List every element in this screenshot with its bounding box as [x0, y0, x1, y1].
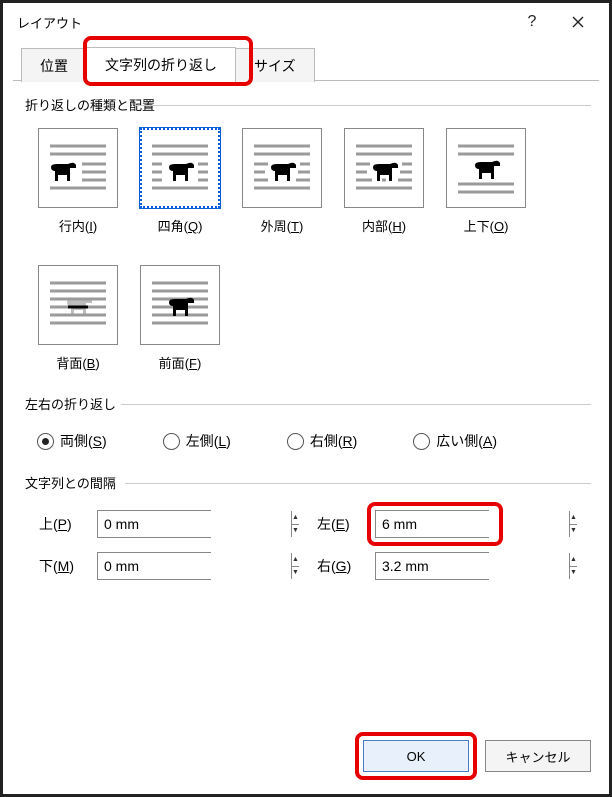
- tab-size[interactable]: サイズ: [235, 48, 315, 82]
- wrap-option-square[interactable]: 四角(Q): [139, 128, 221, 235]
- spin-down-icon: ▼: [570, 567, 577, 580]
- wrap-icon-through: [344, 128, 424, 208]
- radio-icon: [413, 433, 430, 450]
- wrap-icon-square: [140, 128, 220, 208]
- spin-up-icon: ▲: [570, 511, 577, 525]
- group-spacing-title: 文字列との間隔: [25, 473, 591, 492]
- radio-right[interactable]: 右側(R): [287, 431, 357, 451]
- wrap-icon-tight: [242, 128, 322, 208]
- wrap-option-through[interactable]: 内部(H): [343, 128, 425, 235]
- input-top[interactable]: [98, 511, 291, 537]
- titlebar: レイアウト ?: [3, 3, 609, 41]
- label-top: 上(P): [39, 514, 97, 534]
- group-wrap-style: 折り返しの種類と配置: [25, 95, 591, 376]
- wrap-option-behind[interactable]: 背面(B): [37, 265, 119, 372]
- footer: OK キャンセル: [3, 720, 609, 794]
- group-side-title: 左右の折り返し: [25, 394, 591, 413]
- help-button[interactable]: ?: [509, 7, 555, 37]
- radio-icon: [37, 433, 54, 450]
- wrap-option-tight[interactable]: 外周(T): [241, 128, 323, 235]
- wrap-icon-topbottom: [446, 128, 526, 208]
- label-left: 左(E): [317, 514, 375, 534]
- tabs: 位置 文字列の折り返し サイズ: [3, 41, 609, 81]
- group-wrap-style-title: 折り返しの種類と配置: [25, 95, 591, 114]
- wrap-option-front[interactable]: 前面(F): [139, 265, 221, 372]
- radio-icon: [287, 433, 304, 450]
- cancel-button[interactable]: キャンセル: [485, 740, 591, 772]
- group-side: 左右の折り返し 両側(S) 左側(L) 右側(R) 広い側(A): [25, 394, 591, 455]
- spin-left[interactable]: ▲▼: [375, 510, 489, 538]
- spin-down-icon: ▼: [292, 567, 299, 580]
- input-left[interactable]: [376, 511, 569, 537]
- spin-up-icon: ▲: [292, 553, 299, 567]
- spin-up-icon: ▲: [292, 511, 299, 525]
- layout-dialog: レイアウト ? 位置 文字列の折り返し サイズ 折り返しの種類と配置: [3, 3, 609, 794]
- wrap-icon-front: [140, 265, 220, 345]
- close-icon: [572, 16, 584, 28]
- wrap-option-topbottom[interactable]: 上下(O): [445, 128, 527, 235]
- spin-top[interactable]: ▲▼: [97, 510, 211, 538]
- spin-down-icon: ▼: [570, 525, 577, 538]
- radio-widest[interactable]: 広い側(A): [413, 431, 497, 451]
- radio-icon: [163, 433, 180, 450]
- wrap-icon-behind: [38, 265, 118, 345]
- spin-up-icon: ▲: [570, 553, 577, 567]
- label-right: 右(G): [317, 556, 375, 576]
- label-bottom: 下(M): [39, 556, 97, 576]
- group-spacing: 文字列との間隔 上(P) ▲▼ 左(E) ▲▼ 下(M): [25, 473, 591, 580]
- close-button[interactable]: [555, 7, 601, 37]
- spin-bottom[interactable]: ▲▼: [97, 552, 211, 580]
- radio-both[interactable]: 両側(S): [37, 431, 107, 451]
- input-bottom[interactable]: [98, 553, 291, 579]
- ok-button[interactable]: OK: [363, 740, 469, 772]
- spin-down-icon: ▼: [292, 525, 299, 538]
- radio-left[interactable]: 左側(L): [163, 431, 231, 451]
- dialog-title: レイアウト: [17, 13, 509, 32]
- tab-position[interactable]: 位置: [21, 48, 87, 82]
- spin-right[interactable]: ▲▼: [375, 552, 489, 580]
- wrap-option-inline[interactable]: 行内(I): [37, 128, 119, 235]
- input-right[interactable]: [376, 553, 569, 579]
- wrap-icon-inline: [38, 128, 118, 208]
- tab-wrap[interactable]: 文字列の折り返し: [86, 47, 236, 81]
